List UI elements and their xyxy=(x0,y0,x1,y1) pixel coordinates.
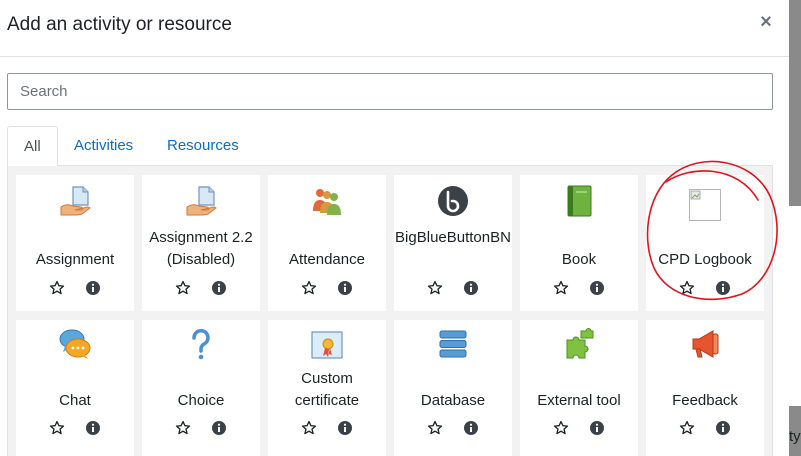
info-icon[interactable] xyxy=(337,280,353,296)
module-label: Chat xyxy=(59,392,91,409)
module-label: CPD Logbook xyxy=(658,251,752,268)
assignment-icon xyxy=(186,186,217,216)
modal-title: Add an activity or resource xyxy=(7,14,232,35)
chat-icon xyxy=(59,329,91,359)
module-tabs: All Activities Resources xyxy=(7,126,773,167)
database-icon xyxy=(439,330,467,358)
module-card-chat[interactable]: Chat xyxy=(16,320,134,456)
module-card-book[interactable]: Book xyxy=(520,175,638,311)
puzzle-icon xyxy=(566,328,594,359)
module-label: BigBlueButtonBN xyxy=(395,229,511,246)
module-label: Database xyxy=(420,392,486,409)
star-icon[interactable] xyxy=(175,280,191,296)
module-label: Feedback xyxy=(672,392,738,409)
module-label: Assignment xyxy=(35,251,115,268)
megaphone-icon xyxy=(692,330,719,358)
star-icon[interactable] xyxy=(679,280,695,296)
module-card-choice[interactable]: Choice xyxy=(142,320,260,456)
star-icon[interactable] xyxy=(49,420,65,436)
info-icon[interactable] xyxy=(211,420,227,436)
module-card-external-tool[interactable]: External tool xyxy=(520,320,638,456)
info-icon[interactable] xyxy=(463,280,479,296)
module-label: Book xyxy=(561,251,597,268)
star-icon[interactable] xyxy=(301,280,317,296)
module-card-feedback[interactable]: Feedback xyxy=(646,320,764,456)
book-icon xyxy=(567,185,592,217)
modal-header: Add an activity or resource × xyxy=(0,0,789,57)
choice-icon xyxy=(192,328,210,360)
info-icon[interactable] xyxy=(85,280,101,296)
info-icon[interactable] xyxy=(715,420,731,436)
tab-all[interactable]: All xyxy=(7,126,58,167)
module-card-custom-certificate[interactable]: Custom certificate xyxy=(268,320,386,456)
star-icon[interactable] xyxy=(553,420,569,436)
module-grid: Assignment Assignment 2.2 (Disabled) Att… xyxy=(7,166,773,456)
info-icon[interactable] xyxy=(463,420,479,436)
attendance-icon xyxy=(313,189,341,215)
module-card-bigbluebutton[interactable]: BigBlueButtonBN xyxy=(394,175,512,311)
info-icon[interactable] xyxy=(589,420,605,436)
search-input[interactable] xyxy=(7,73,773,110)
module-card-cpd-logbook[interactable]: CPD Logbook xyxy=(646,175,764,311)
background-panel xyxy=(789,206,801,406)
info-icon[interactable] xyxy=(85,420,101,436)
assignment-icon xyxy=(60,186,91,216)
module-label: Attendance xyxy=(289,251,365,268)
module-label: Choice xyxy=(177,392,225,409)
tab-resources[interactable]: Resources xyxy=(151,126,255,166)
star-icon[interactable] xyxy=(175,420,191,436)
activity-chooser-modal: Add an activity or resource × All Activi… xyxy=(0,0,789,456)
info-icon[interactable] xyxy=(715,280,731,296)
background-text-fragment: ty xyxy=(789,428,801,445)
broken-image-icon xyxy=(689,189,721,221)
module-card-attendance[interactable]: Attendance xyxy=(268,175,386,311)
info-icon[interactable] xyxy=(337,420,353,436)
close-button[interactable]: × xyxy=(756,10,776,34)
module-card-database[interactable]: Database xyxy=(394,320,512,456)
star-icon[interactable] xyxy=(427,420,443,436)
star-icon[interactable] xyxy=(301,420,317,436)
module-label: External tool xyxy=(537,392,621,409)
star-icon[interactable] xyxy=(49,280,65,296)
certificate-icon xyxy=(311,331,343,359)
bigbluebutton-icon xyxy=(438,186,468,216)
star-icon[interactable] xyxy=(679,420,695,436)
star-icon[interactable] xyxy=(427,280,443,296)
background-page-edge: ty xyxy=(789,0,801,456)
module-card-assignment[interactable]: Assignment xyxy=(16,175,134,311)
star-icon[interactable] xyxy=(553,280,569,296)
module-label: Custom certificate xyxy=(294,370,360,409)
info-icon[interactable] xyxy=(589,280,605,296)
module-label: Assignment 2.2 (Disabled) xyxy=(149,229,253,268)
module-card-assignment-22[interactable]: Assignment 2.2 (Disabled) xyxy=(142,175,260,311)
tab-activities[interactable]: Activities xyxy=(58,126,149,166)
info-icon[interactable] xyxy=(211,280,227,296)
